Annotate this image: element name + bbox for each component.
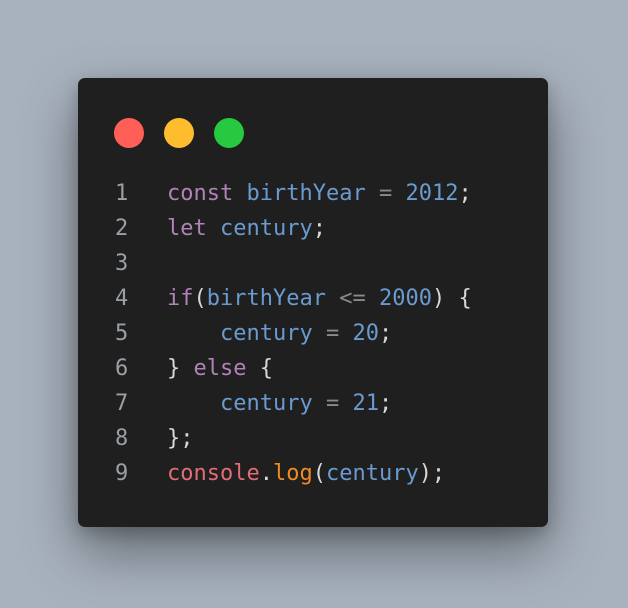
code-content: if(birthYear <= 2000) { <box>167 281 472 316</box>
line-number: 3 <box>115 251 129 276</box>
code-token: console <box>167 461 260 486</box>
line-number: 9 <box>115 461 129 486</box>
code-token: . <box>259 461 273 486</box>
code-line: 9 console.log(century); <box>78 456 548 491</box>
code-line: 5 century = 20; <box>78 316 548 351</box>
code-token: log <box>272 461 313 486</box>
code-token: ; <box>378 391 393 416</box>
code-line: 8}; <box>78 421 548 456</box>
code-token: } <box>167 356 194 381</box>
code-content: let century; <box>167 211 326 246</box>
code-token: = <box>378 181 393 206</box>
code-line: 6} else { <box>78 351 548 386</box>
code-token: ; <box>378 321 393 346</box>
line-number: 8 <box>115 426 129 451</box>
line-number: 5 <box>115 321 129 346</box>
code-token: ( <box>193 286 207 311</box>
line-number: 6 <box>115 356 129 381</box>
code-token: { <box>246 356 273 381</box>
code-content: console.log(century); <box>167 456 445 491</box>
code-token: ); <box>418 461 446 486</box>
code-token: birthYear <box>246 181 366 206</box>
code-token: 2012 <box>405 181 459 206</box>
code-token: century <box>220 216 313 241</box>
code-content: }; <box>167 421 194 456</box>
code-token: }; <box>167 426 194 451</box>
code-token: let <box>167 216 207 241</box>
code-token: = <box>325 321 340 346</box>
maximize-dot-icon[interactable] <box>214 118 244 148</box>
code-token: const <box>167 181 234 206</box>
code-token: = <box>325 391 340 416</box>
close-dot-icon[interactable] <box>114 118 144 148</box>
code-token: birthYear <box>206 286 326 311</box>
code-content: } else { <box>167 351 273 386</box>
line-number: 4 <box>115 286 129 311</box>
code-line: 2 let century; <box>78 211 548 246</box>
code-line: 3 <box>78 246 548 281</box>
line-number: 1 <box>115 181 129 206</box>
code-window: 1 const birthYear = 2012; 2 let century; 3 4 i… <box>78 78 548 527</box>
code-token: ; <box>312 216 326 241</box>
code-content: century = 21; <box>167 386 392 421</box>
minimize-dot-icon[interactable] <box>164 118 194 148</box>
code-block: 1 const birthYear = 2012; 2 let century; 3 4 i… <box>78 176 548 491</box>
code-token: if <box>167 286 194 311</box>
code-token: ; <box>458 181 472 206</box>
code-token: century <box>325 461 419 486</box>
code-token: 21 <box>352 391 379 416</box>
code-content: const birthYear = 2012; <box>167 176 472 211</box>
code-token: ) { <box>431 286 472 311</box>
code-token: 20 <box>352 321 379 346</box>
code-line: 1 const birthYear = 2012; <box>78 176 548 211</box>
line-number: 7 <box>115 391 129 416</box>
code-token: century <box>219 391 313 416</box>
code-token: <= <box>339 286 366 311</box>
code-token: ( <box>312 461 326 486</box>
code-line: 7 century = 21; <box>78 386 548 421</box>
code-content: century = 20; <box>167 316 392 351</box>
code-token: century <box>219 321 313 346</box>
code-line: 4 if(birthYear <= 2000) { <box>78 281 548 316</box>
line-number: 2 <box>115 216 129 241</box>
code-token: else <box>193 356 247 381</box>
code-token: 2000 <box>378 286 432 311</box>
